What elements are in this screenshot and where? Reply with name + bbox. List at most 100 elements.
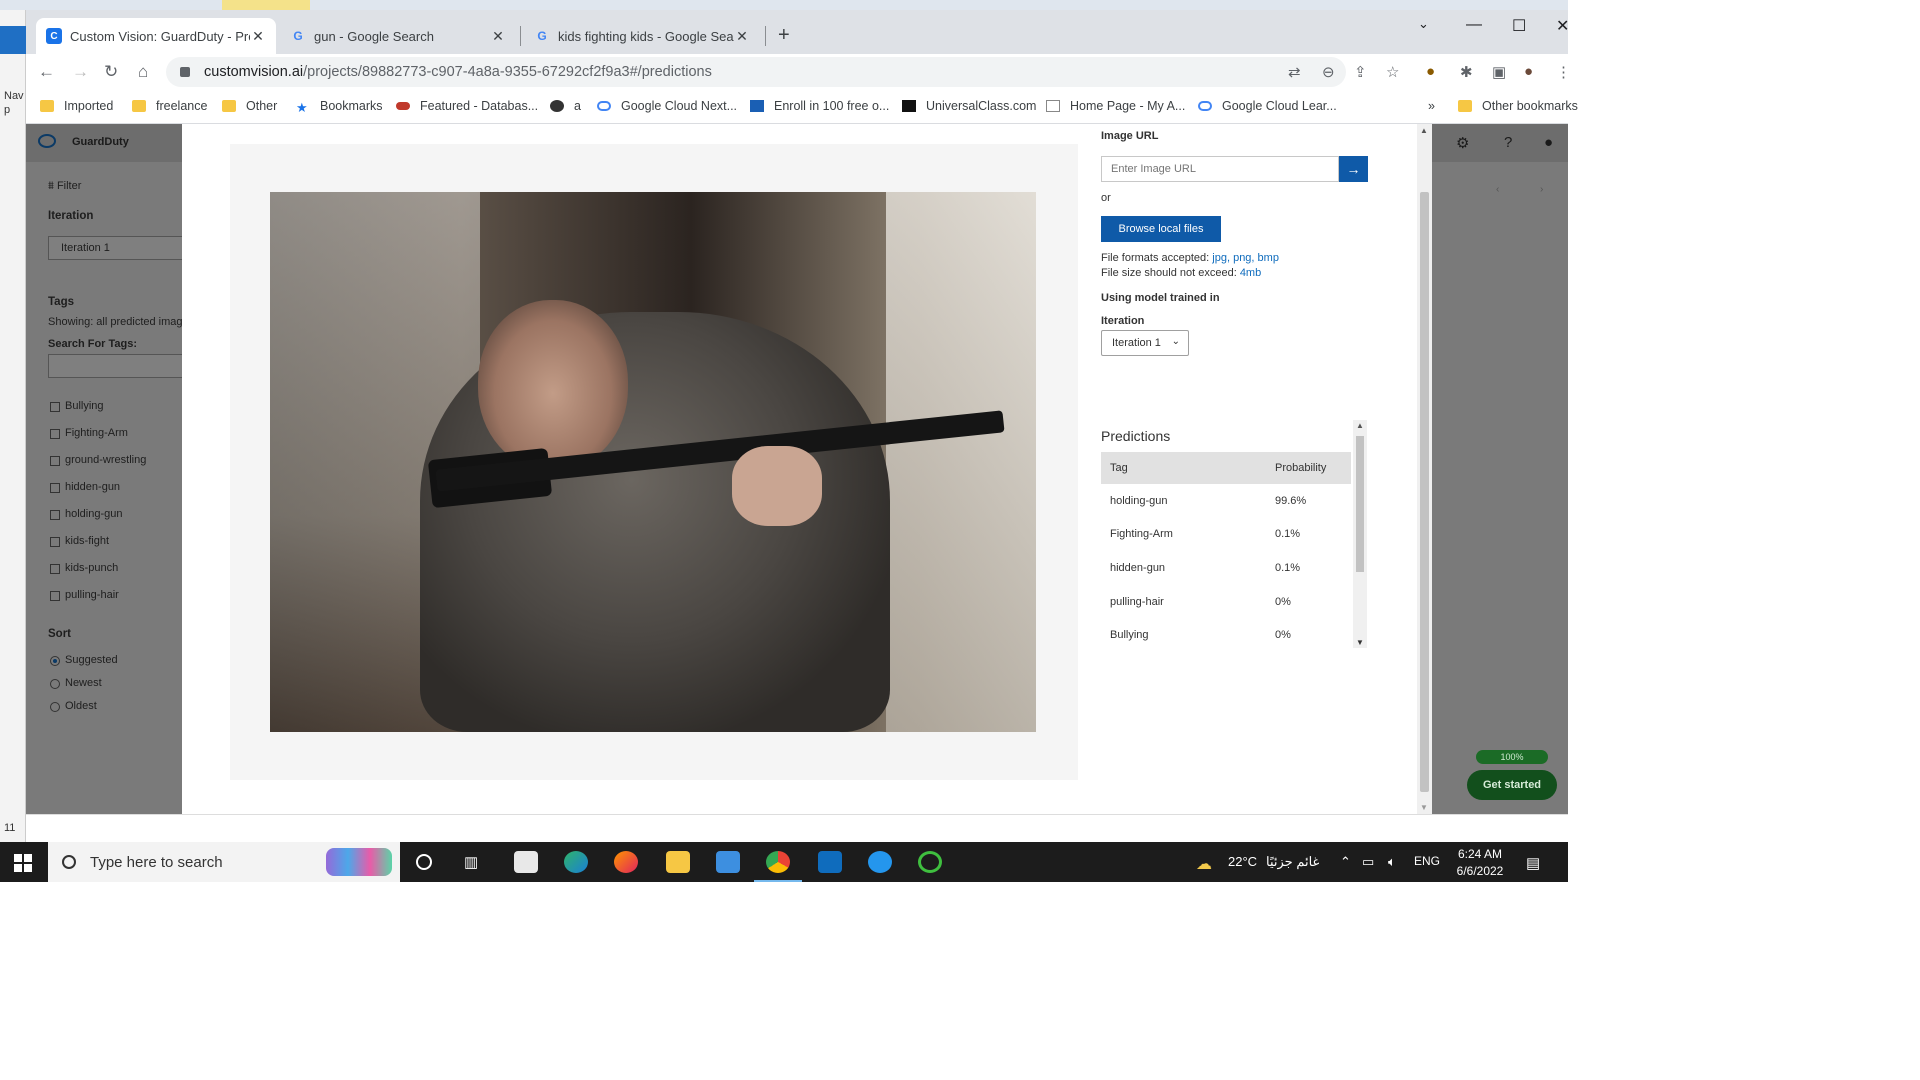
weather-text[interactable]: غائم جزئيًا xyxy=(1266,854,1319,870)
modal-scrollbar[interactable]: ▲ ▼ xyxy=(1417,124,1432,814)
database-icon xyxy=(396,102,410,110)
clock[interactable]: 6:24 AM 6/6/2022 xyxy=(1444,846,1516,880)
iteration-select[interactable]: Iteration 1 xyxy=(48,236,188,260)
forward-icon[interactable]: → xyxy=(72,62,89,82)
settings-icon[interactable]: ⚙ xyxy=(1456,134,1469,152)
task-view-icon[interactable]: ▥ xyxy=(464,853,478,871)
chrome-icon[interactable] xyxy=(766,851,790,873)
network-icon[interactable]: ▭ xyxy=(1362,854,1374,870)
sort-radio[interactable] xyxy=(50,679,60,689)
close-icon[interactable]: ✕ xyxy=(490,28,506,45)
store-icon[interactable] xyxy=(514,851,538,873)
arrow-right-icon[interactable]: → xyxy=(1339,156,1368,182)
close-icon[interactable]: ✕ xyxy=(250,28,266,45)
tag-checkbox[interactable] xyxy=(50,456,60,466)
tab-kids-fighting-search[interactable]: G kids fighting kids - Google Search ✕ xyxy=(524,18,760,54)
back-icon[interactable]: ← xyxy=(38,62,55,82)
desktop-background-window: Nav p 11 xyxy=(0,10,26,842)
bookmark-item[interactable]: UniversalClass.com xyxy=(902,99,1036,113)
menu-icon[interactable]: ⋮ xyxy=(1556,63,1571,81)
outlook-icon[interactable] xyxy=(818,851,842,873)
size-link[interactable]: 4mb xyxy=(1240,267,1261,279)
sort-radio[interactable] xyxy=(50,702,60,712)
zoom-icon[interactable]: ⊖ xyxy=(1322,63,1335,81)
bookmark-item[interactable]: ★ Bookmarks xyxy=(296,99,383,115)
profile-avatar[interactable]: ● xyxy=(1524,63,1533,80)
mail-icon[interactable] xyxy=(716,851,740,873)
bookmark-item[interactable]: a xyxy=(550,99,581,113)
search-tags-input[interactable] xyxy=(48,354,188,378)
scroll-up-icon[interactable]: ▲ xyxy=(1356,421,1364,430)
new-tab-button[interactable]: + xyxy=(778,24,790,47)
tag-checkbox[interactable] xyxy=(50,591,60,601)
docker-icon[interactable] xyxy=(868,851,892,873)
bookmark-item[interactable]: Enroll in 100 free o... xyxy=(750,99,889,113)
tab-gun-search[interactable]: G gun - Google Search ✕ xyxy=(280,18,516,54)
extension-badge-icon[interactable]: ● xyxy=(1426,63,1435,80)
bookmark-item[interactable]: Google Cloud Next... xyxy=(597,99,737,113)
help-icon[interactable]: ? xyxy=(1504,134,1512,151)
edge-icon[interactable] xyxy=(564,851,588,873)
notification-icon[interactable]: ▤ xyxy=(1526,854,1540,872)
chevron-up-icon[interactable]: ⌃ xyxy=(1340,854,1351,870)
bookmark-label: Home Page - My A... xyxy=(1070,99,1186,113)
formats-text: File formats accepted: jpg, png, bmp xyxy=(1101,252,1279,264)
tab-custom-vision[interactable]: C Custom Vision: GuardDuty - Predictions… xyxy=(36,18,276,54)
filter-button[interactable]: ⩩ Filter xyxy=(48,180,81,193)
formats-link[interactable]: jpg, png, bmp xyxy=(1212,252,1279,264)
iteration-dropdown[interactable]: Iteration 1 ⌄ xyxy=(1101,330,1189,356)
firefox-icon[interactable] xyxy=(614,851,638,873)
address-bar[interactable]: customvision.ai/projects/89882773-c907-4… xyxy=(166,57,1346,87)
scroll-up-icon[interactable]: ▲ xyxy=(1420,126,1428,135)
predictions-scrollbar[interactable]: ▲ ▼ xyxy=(1353,420,1367,648)
scrollbar-thumb[interactable] xyxy=(1420,192,1429,792)
home-icon[interactable]: ⌂ xyxy=(138,62,148,82)
close-icon[interactable]: ✕ xyxy=(734,28,750,45)
chevron-left-icon[interactable]: ‹ xyxy=(1496,184,1499,195)
tag-checkbox[interactable] xyxy=(50,537,60,547)
extensions-icon[interactable]: ✱ xyxy=(1460,63,1473,81)
side-panel-icon[interactable]: ▣ xyxy=(1492,63,1506,81)
cortana-icon[interactable] xyxy=(416,854,432,870)
tag-checkbox[interactable] xyxy=(50,510,60,520)
language-indicator[interactable]: ENG xyxy=(1414,854,1440,868)
get-started-button[interactable]: Get started xyxy=(1467,770,1557,800)
bookmark-item[interactable]: Home Page - My A... xyxy=(1046,99,1185,113)
windows-start-icon[interactable] xyxy=(14,854,32,872)
bookmarks-overflow-icon[interactable]: » xyxy=(1428,99,1435,113)
tag-checkbox[interactable] xyxy=(50,429,60,439)
minimize-button[interactable]: — xyxy=(1466,16,1482,34)
bookmark-item[interactable]: Imported xyxy=(40,99,113,113)
scrollbar-thumb[interactable] xyxy=(1356,436,1364,572)
weather-temp[interactable]: 22°C xyxy=(1228,854,1257,869)
volume-icon[interactable]: 🔈︎ xyxy=(1388,854,1396,870)
bookmark-item[interactable]: Other xyxy=(222,99,277,113)
close-window-button[interactable]: ✕ xyxy=(1556,16,1569,36)
predictions-table: Tag Probability holding-gun 99.6% Fightin… xyxy=(1101,452,1351,652)
bookmark-item[interactable]: Google Cloud Lear... xyxy=(1198,99,1337,113)
user-avatar[interactable]: ● xyxy=(1544,134,1553,151)
bookmark-star-icon[interactable]: ☆ xyxy=(1386,63,1399,81)
bookmark-item[interactable]: Other bookmarks xyxy=(1458,99,1578,113)
tag-checkbox[interactable] xyxy=(50,564,60,574)
loading-app-icon[interactable] xyxy=(918,851,942,873)
share-icon[interactable]: ⇪ xyxy=(1354,63,1367,81)
reload-icon[interactable]: ↻ xyxy=(104,62,118,82)
scroll-down-icon[interactable]: ▼ xyxy=(1356,638,1364,647)
sort-radio[interactable] xyxy=(50,656,60,666)
weather-icon[interactable]: ☁ xyxy=(1196,854,1212,874)
chevron-right-icon[interactable]: › xyxy=(1540,184,1543,195)
translate-icon[interactable]: ⇄ xyxy=(1288,63,1301,81)
maximize-button[interactable]: ☐ xyxy=(1512,16,1526,36)
background-text: p xyxy=(4,104,11,116)
image-url-input[interactable] xyxy=(1101,156,1339,182)
tag-checkbox[interactable] xyxy=(50,402,60,412)
bookmark-item[interactable]: freelance xyxy=(132,99,207,113)
tab-search-icon[interactable]: ⌄ xyxy=(1418,16,1429,32)
tag-checkbox[interactable] xyxy=(50,483,60,493)
browse-local-files-button[interactable]: Browse local files xyxy=(1101,216,1221,242)
bookmark-item[interactable]: Featured - Databas... xyxy=(396,99,538,113)
file-explorer-icon[interactable] xyxy=(666,851,690,873)
scroll-down-icon[interactable]: ▼ xyxy=(1420,803,1428,812)
search-highlight-icon[interactable] xyxy=(326,848,392,876)
